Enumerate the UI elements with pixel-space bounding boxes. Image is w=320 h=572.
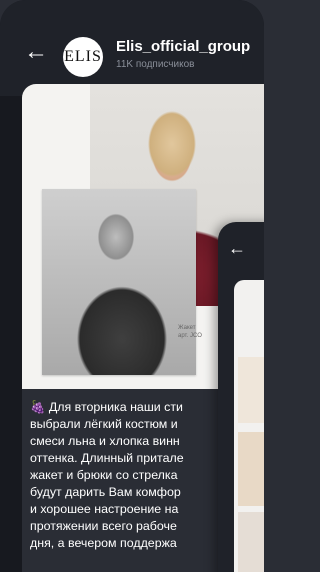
- overlay-thumbnail-1[interactable]: [238, 357, 264, 423]
- caption-line-1: Жакет: [178, 325, 196, 331]
- channel-header: ← ELIS Elis_official_group 11K подписчик…: [0, 0, 264, 96]
- channel-avatar[interactable]: ELIS: [63, 37, 103, 77]
- overlay-thumbnail-3[interactable]: [238, 512, 264, 572]
- overlay-back-icon[interactable]: ←: [228, 238, 246, 259]
- channel-title[interactable]: Elis_official_group: [116, 38, 250, 55]
- caption-line-2: арт. JCO: [178, 333, 202, 339]
- phone-screen: ← ELIS Elis_official_group 11K подписчик…: [0, 0, 264, 572]
- post-text-line-1-content: Для вторника наши сти: [48, 400, 183, 414]
- grapes-icon: 🍇: [30, 400, 46, 414]
- subscriber-count: 11K подписчиков: [116, 59, 195, 70]
- overlay-panel[interactable]: ←: [218, 222, 264, 572]
- back-arrow-icon[interactable]: ←: [24, 40, 48, 64]
- image-caption: Жакет арт. JCO: [178, 324, 202, 340]
- post-photo-bw: [42, 189, 196, 375]
- overlay-thumbnail-2[interactable]: [238, 432, 264, 506]
